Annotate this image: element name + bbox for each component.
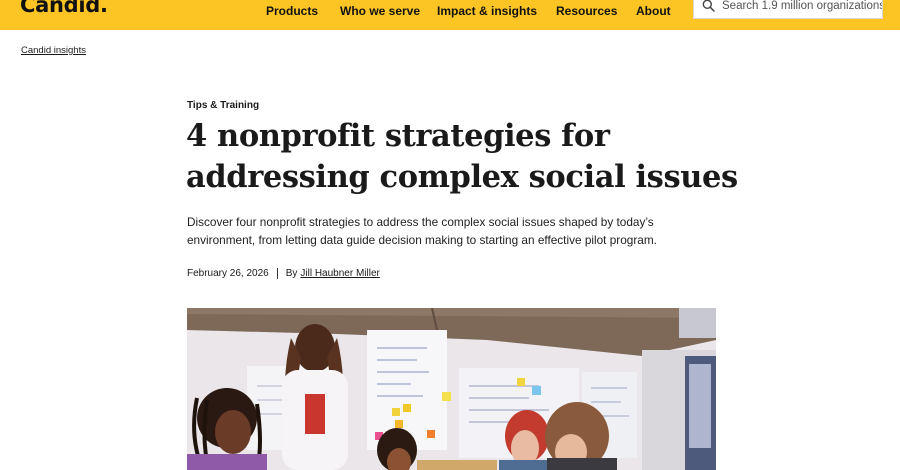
publish-date: February 26, 2026 bbox=[187, 268, 269, 279]
article-summary-line-2: environment, from letting data guide dec… bbox=[187, 233, 657, 247]
article-title-line-1: 4 nonprofit strategies for bbox=[186, 118, 610, 154]
candid-logo[interactable]: Candid. bbox=[20, 0, 108, 17]
nav-products[interactable]: Products bbox=[266, 4, 318, 18]
nav-about[interactable]: About bbox=[636, 4, 671, 18]
article-title-line-2: addressing complex social issues bbox=[186, 159, 738, 195]
article-summary: Discover four nonprofit strategies to ad… bbox=[187, 213, 687, 249]
byline-prefix: By bbox=[285, 268, 298, 279]
article-title: 4 nonprofit strategies for addressing co… bbox=[186, 116, 786, 198]
meta-divider bbox=[276, 268, 278, 279]
hero-image bbox=[187, 308, 716, 470]
search-icon bbox=[702, 0, 716, 13]
breadcrumb-candid-insights[interactable]: Candid insights bbox=[21, 45, 86, 56]
article-summary-line-1: Discover four nonprofit strategies to ad… bbox=[187, 215, 654, 229]
nav-resources[interactable]: Resources bbox=[556, 4, 617, 18]
site-header: Candid. Products Who we serve Impact & i… bbox=[0, 0, 900, 30]
search-box[interactable] bbox=[693, 0, 883, 19]
nav-who-we-serve[interactable]: Who we serve bbox=[340, 4, 420, 18]
article-meta: February 26, 2026 By Jill Haubner Miller bbox=[187, 268, 380, 279]
nav-impact-insights[interactable]: Impact & insights bbox=[437, 4, 537, 18]
search-input[interactable] bbox=[722, 0, 882, 12]
article-category: Tips & Training bbox=[187, 100, 260, 111]
author-link[interactable]: Jill Haubner Miller bbox=[300, 268, 379, 279]
